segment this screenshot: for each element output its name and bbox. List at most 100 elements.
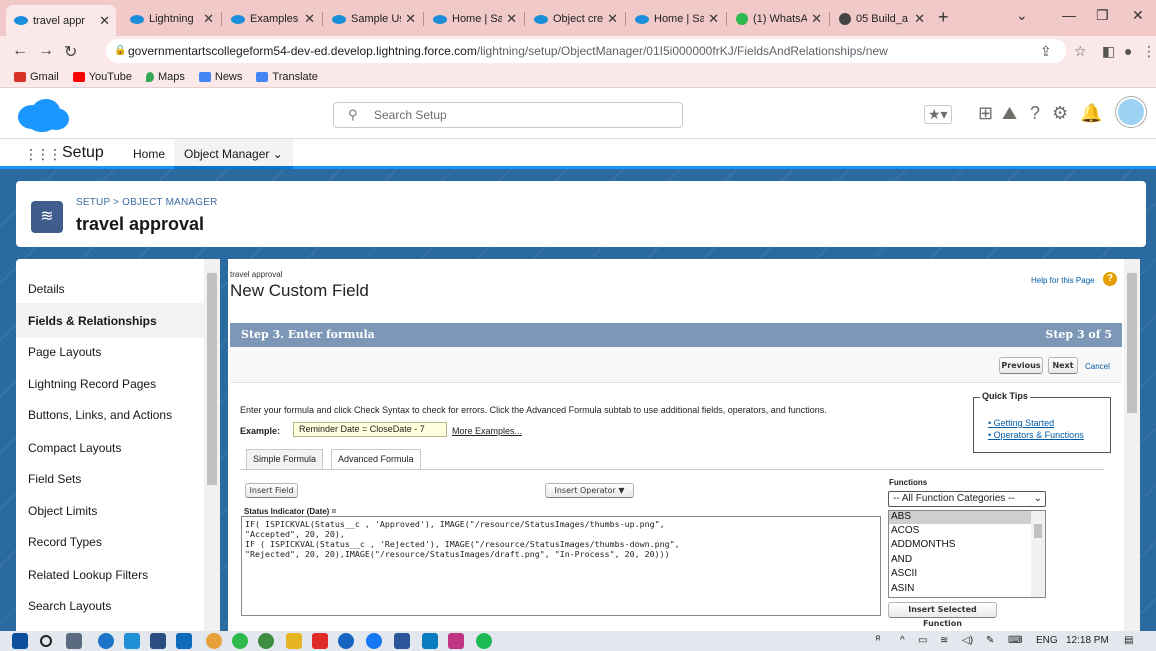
sidebar-item-lightning-record-pages[interactable]: Lightning Record Pages (28, 377, 156, 391)
function-item[interactable]: ACOS (891, 525, 919, 536)
browser-tab[interactable]: Object cre ✕ (526, 6, 624, 32)
sidebar-item-details[interactable]: Details (28, 282, 65, 296)
star-icon[interactable]: ☆ (1074, 43, 1087, 60)
sidebar-item-compact-layouts[interactable]: Compact Layouts (28, 441, 121, 455)
tray-expand-icon[interactable]: ^ (900, 635, 905, 646)
browser-tab[interactable]: Lightning ✕ (122, 6, 220, 32)
photos-icon[interactable] (124, 633, 140, 649)
function-item[interactable]: AND (891, 554, 912, 565)
tab-simple-formula[interactable]: Simple Formula (246, 449, 324, 469)
spotify-icon[interactable] (476, 633, 492, 649)
chevron-down-icon[interactable]: ⌄ (273, 147, 283, 161)
keyboard-icon[interactable]: ⌨ (1008, 635, 1022, 646)
function-item[interactable]: ASCII (891, 568, 917, 579)
browser-tab[interactable]: Home | Sa ✕ (627, 6, 725, 32)
restore-icon[interactable]: ❐ (1096, 7, 1109, 24)
chrome-icon[interactable] (206, 633, 222, 649)
wifi-icon[interactable]: ≋ (940, 635, 948, 646)
windows-start-icon[interactable] (12, 633, 28, 649)
cancel-link[interactable]: Cancel (1085, 362, 1110, 371)
bookmark-news[interactable]: News (198, 71, 242, 83)
browser-tab[interactable]: 05 Build_a ✕ (831, 6, 931, 32)
notification-bell-icon[interactable]: 🔔 (1080, 103, 1102, 124)
sidebar-item-object-limits[interactable]: Object Limits (28, 504, 97, 518)
close-tab-icon[interactable]: ✕ (708, 11, 719, 27)
sidebar-item-record-types[interactable]: Record Types (28, 535, 102, 549)
formula-editor[interactable]: IF( ISPICKVAL(Status__c , 'Approved'), I… (241, 516, 881, 616)
side-panel-icon[interactable]: ◧ (1102, 43, 1115, 60)
store-icon[interactable] (150, 633, 166, 649)
notifications-icon[interactable]: ▤ (1124, 635, 1133, 646)
close-tab-icon[interactable]: ✕ (405, 11, 416, 27)
trailhead-icon[interactable]: ⛰ (1002, 103, 1017, 124)
bookmark-gmail[interactable]: Gmail (14, 71, 59, 83)
function-category-select[interactable]: -- All Function Categories -- ⌄ (888, 491, 1046, 507)
close-tab-icon[interactable]: ✕ (506, 11, 517, 27)
sidebar-item-field-sets[interactable]: Field Sets (28, 472, 81, 486)
setup-gear-icon[interactable]: ⚙ (1052, 103, 1068, 124)
url-field[interactable]: 🔒 governmentartscollegeform54-dev-ed.dev… (106, 39, 1066, 63)
help-icon[interactable]: ? (1030, 103, 1040, 124)
youtube-icon[interactable] (312, 633, 328, 649)
minimize-icon[interactable]: — (1062, 7, 1076, 23)
insert-operator-button[interactable]: Insert Operator ▼ (545, 483, 634, 498)
sidebar-item-page-layouts[interactable]: Page Layouts (28, 345, 101, 359)
app-icon[interactable] (286, 633, 302, 649)
bookmark-maps[interactable]: Maps (145, 71, 185, 83)
add-icon[interactable]: ⊞ (978, 103, 993, 124)
whatsapp-icon[interactable] (232, 633, 248, 649)
app-icon[interactable] (258, 633, 274, 649)
app-launcher-icon[interactable]: ⋮⋮⋮ (24, 146, 62, 163)
insert-field-button[interactable]: Insert Field (245, 483, 298, 498)
sidebar-scrollbar-thumb[interactable] (207, 273, 217, 485)
instagram-icon[interactable] (448, 633, 464, 649)
browser-tab[interactable]: travel appr ✕ (6, 5, 116, 36)
volume-icon[interactable]: ◁) (962, 635, 973, 646)
close-tab-icon[interactable]: ✕ (203, 11, 214, 27)
main-scrollbar-thumb[interactable] (1127, 273, 1137, 413)
forward-arrow-icon[interactable]: → (38, 42, 54, 60)
word-icon[interactable] (394, 633, 410, 649)
tab-advanced-formula[interactable]: Advanced Formula (331, 449, 421, 470)
getting-started-label[interactable]: Getting Started (994, 418, 1055, 428)
menu-icon[interactable]: ⋮ (1142, 43, 1156, 60)
tab-search-icon[interactable]: ⌄ (1016, 7, 1028, 24)
edge-icon[interactable] (98, 633, 114, 649)
function-item[interactable]: ADDMONTHS (891, 539, 955, 550)
operators-functions-link[interactable]: • Operators & Functions (988, 430, 1084, 440)
function-item[interactable]: ASIN (891, 583, 914, 594)
browser-tab[interactable]: Sample Us ✕ (324, 6, 422, 32)
people-icon[interactable]: ᴿ (876, 635, 881, 646)
nav-home[interactable]: Home (133, 147, 165, 161)
task-view-icon[interactable] (66, 633, 82, 649)
close-tab-icon[interactable]: ✕ (811, 11, 822, 27)
more-examples-link[interactable]: More Examples... (452, 426, 522, 436)
search-icon[interactable] (40, 635, 52, 647)
app-icon[interactable] (422, 633, 438, 649)
nav-object-manager[interactable]: Object Manager ⌄ (174, 139, 293, 169)
language-indicator[interactable]: ENG (1036, 635, 1058, 646)
new-tab-button[interactable]: + (938, 7, 949, 28)
previous-button[interactable]: Previous (999, 357, 1043, 374)
reload-icon[interactable]: ↻ (64, 42, 77, 62)
breadcrumb[interactable]: SETUP > OBJECT MANAGER (76, 197, 218, 208)
facebook-icon[interactable] (366, 633, 382, 649)
sidebar-item-related-lookup-filters[interactable]: Related Lookup Filters (28, 568, 148, 582)
sidebar-item-buttons-links-actions[interactable]: Buttons, Links, and Actions (28, 408, 172, 422)
bookmark-youtube[interactable]: YouTube (72, 71, 132, 83)
functions-scrollbar-thumb[interactable] (1034, 524, 1042, 538)
profile-icon[interactable]: ● (1124, 43, 1132, 59)
close-tab-icon[interactable]: ✕ (914, 11, 925, 27)
browser-tab[interactable]: Examples ✕ (223, 6, 321, 32)
browser-tab[interactable]: (1) WhatsA ✕ (728, 6, 828, 32)
close-tab-icon[interactable]: ✕ (304, 11, 315, 27)
operators-functions-label[interactable]: Operators & Functions (994, 430, 1084, 440)
next-button[interactable]: Next (1048, 357, 1078, 374)
clock[interactable]: 12:18 PM (1066, 635, 1109, 646)
sidebar-item-fields-relationships[interactable]: Fields & Relationships (28, 314, 157, 328)
salesforce-cloud-logo[interactable] (16, 97, 70, 133)
function-item[interactable]: ABS (891, 511, 911, 522)
bookmark-translate[interactable]: Translate (256, 71, 318, 83)
favorites-star-icon[interactable]: ★▾ (924, 105, 952, 124)
mail-icon[interactable] (176, 633, 192, 649)
